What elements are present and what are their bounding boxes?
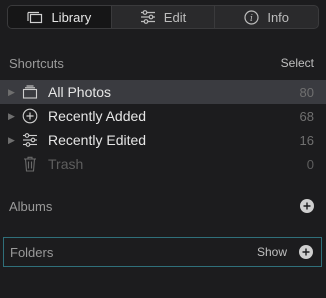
- disclosure-triangle-icon[interactable]: ▶: [0, 87, 20, 98]
- tab-info[interactable]: i Info: [215, 6, 318, 28]
- tab-bar: Library Edit i Info: [7, 5, 319, 29]
- info-icon: i: [244, 9, 259, 25]
- shortcut-count: 80: [299, 84, 314, 100]
- albums-header: Albums: [9, 197, 314, 215]
- shortcut-count: 68: [299, 108, 314, 124]
- folders-header: Folders Show: [3, 237, 322, 267]
- plus-icon: [302, 248, 310, 256]
- shortcuts-title: Shortcuts: [9, 55, 64, 71]
- disclosure-triangle-icon[interactable]: ▶: [0, 135, 20, 146]
- show-folders-button[interactable]: Show: [257, 245, 287, 259]
- albums-title: Albums: [9, 198, 53, 214]
- photos-stack-icon: [20, 83, 40, 101]
- shortcuts-header: Shortcuts Select: [9, 54, 314, 72]
- tab-edit[interactable]: Edit: [112, 6, 216, 28]
- library-icon: [27, 11, 43, 24]
- trash-icon: [20, 155, 40, 173]
- tab-library[interactable]: Library: [8, 6, 112, 28]
- folders-title: Folders: [10, 244, 54, 260]
- shortcut-item-recently-edited[interactable]: ▶ Recently Edited 16: [0, 128, 326, 152]
- sliders-icon: [20, 131, 40, 149]
- shortcut-count: 16: [299, 132, 314, 148]
- shortcut-label: Recently Added: [48, 108, 147, 124]
- sliders-icon: [140, 10, 156, 24]
- shortcut-label: All Photos: [48, 84, 112, 100]
- tab-info-label: Info: [267, 9, 290, 25]
- shortcut-label: Recently Edited: [48, 132, 147, 148]
- plus-circle-icon: [20, 107, 40, 125]
- add-folder-button[interactable]: [299, 245, 313, 259]
- shortcut-item-all-photos[interactable]: ▶ All Photos 80: [0, 80, 326, 104]
- select-button[interactable]: Select: [281, 56, 314, 70]
- add-album-button[interactable]: [300, 199, 314, 213]
- tab-edit-label: Edit: [163, 9, 187, 25]
- disclosure-triangle-icon[interactable]: ▶: [0, 111, 20, 122]
- shortcut-item-trash[interactable]: Trash 0: [0, 152, 326, 176]
- shortcut-label: Trash: [48, 156, 84, 172]
- plus-icon: [303, 202, 311, 210]
- svg-text:i: i: [250, 14, 253, 24]
- tab-library-label: Library: [51, 9, 92, 25]
- shortcut-count: 0: [306, 156, 314, 172]
- shortcut-item-recently-added[interactable]: ▶ Recently Added 68: [0, 104, 326, 128]
